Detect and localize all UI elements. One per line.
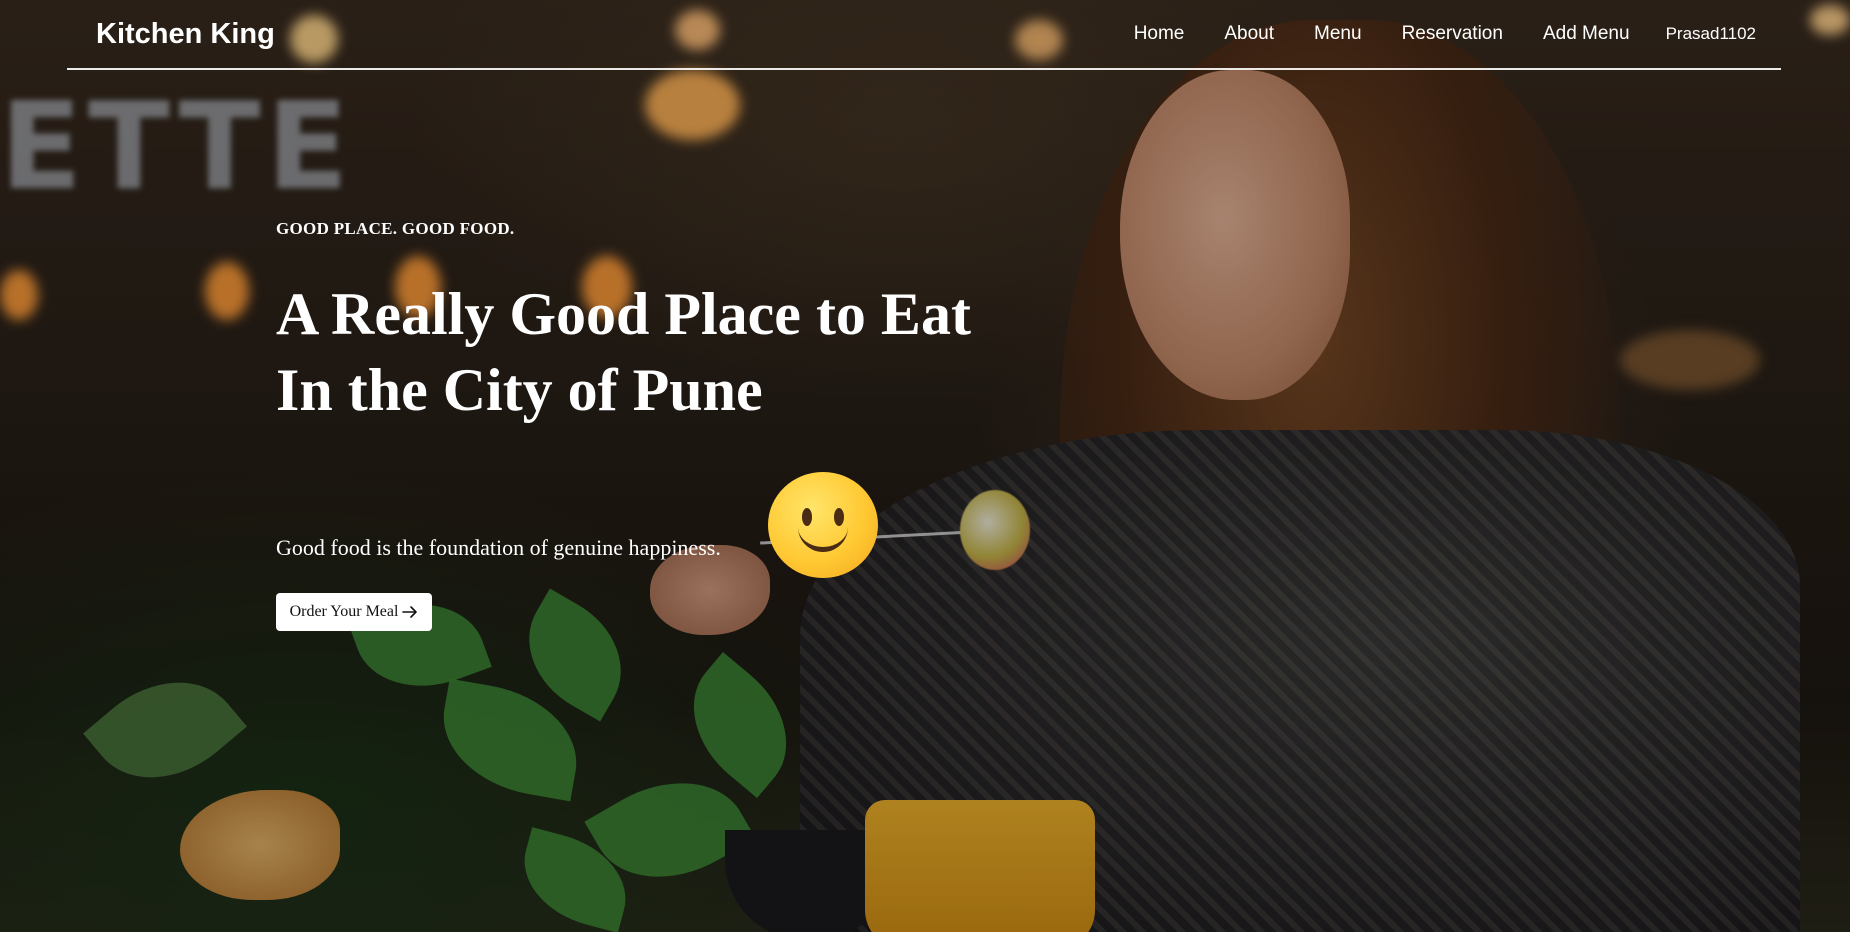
emoji-eye	[834, 508, 844, 526]
hero-headline: A Really Good Place to Eat In the City o…	[276, 276, 971, 428]
navbar: Kitchen King Home About Menu Reservation…	[67, 0, 1781, 70]
order-your-meal-button[interactable]: Order Your Meal	[276, 593, 432, 631]
nav-link-add-menu[interactable]: Add Menu	[1543, 23, 1630, 45]
hero-headline-line-2: In the City of Pune	[276, 357, 763, 423]
arrow-right-icon	[402, 606, 418, 618]
hero-headline-line-1: A Really Good Place to Eat	[276, 281, 971, 347]
nav-link-reservation[interactable]: Reservation	[1402, 23, 1503, 45]
nav-links: Home About Menu Reservation Add Menu Pra…	[1094, 23, 1756, 45]
nav-username[interactable]: Prasad1102	[1666, 24, 1756, 44]
hero-overlay	[0, 0, 1850, 932]
nav-link-home[interactable]: Home	[1134, 23, 1185, 45]
hero-subtitle: Good food is the foundation of genuine h…	[276, 535, 721, 560]
nav-link-about[interactable]: About	[1224, 23, 1274, 45]
nav-link-menu[interactable]: Menu	[1314, 23, 1362, 45]
hero-background-image: ETTE	[0, 0, 1850, 932]
brand-logo-link[interactable]: Kitchen King	[96, 18, 275, 51]
order-button-label: Order Your Meal	[289, 603, 399, 620]
emoji-eye	[802, 508, 812, 526]
hero-tagline: GOOD PLACE. GOOD FOOD.	[276, 219, 515, 238]
emoji-mouth	[798, 526, 848, 552]
smiling-face-emoji-icon	[768, 472, 878, 578]
